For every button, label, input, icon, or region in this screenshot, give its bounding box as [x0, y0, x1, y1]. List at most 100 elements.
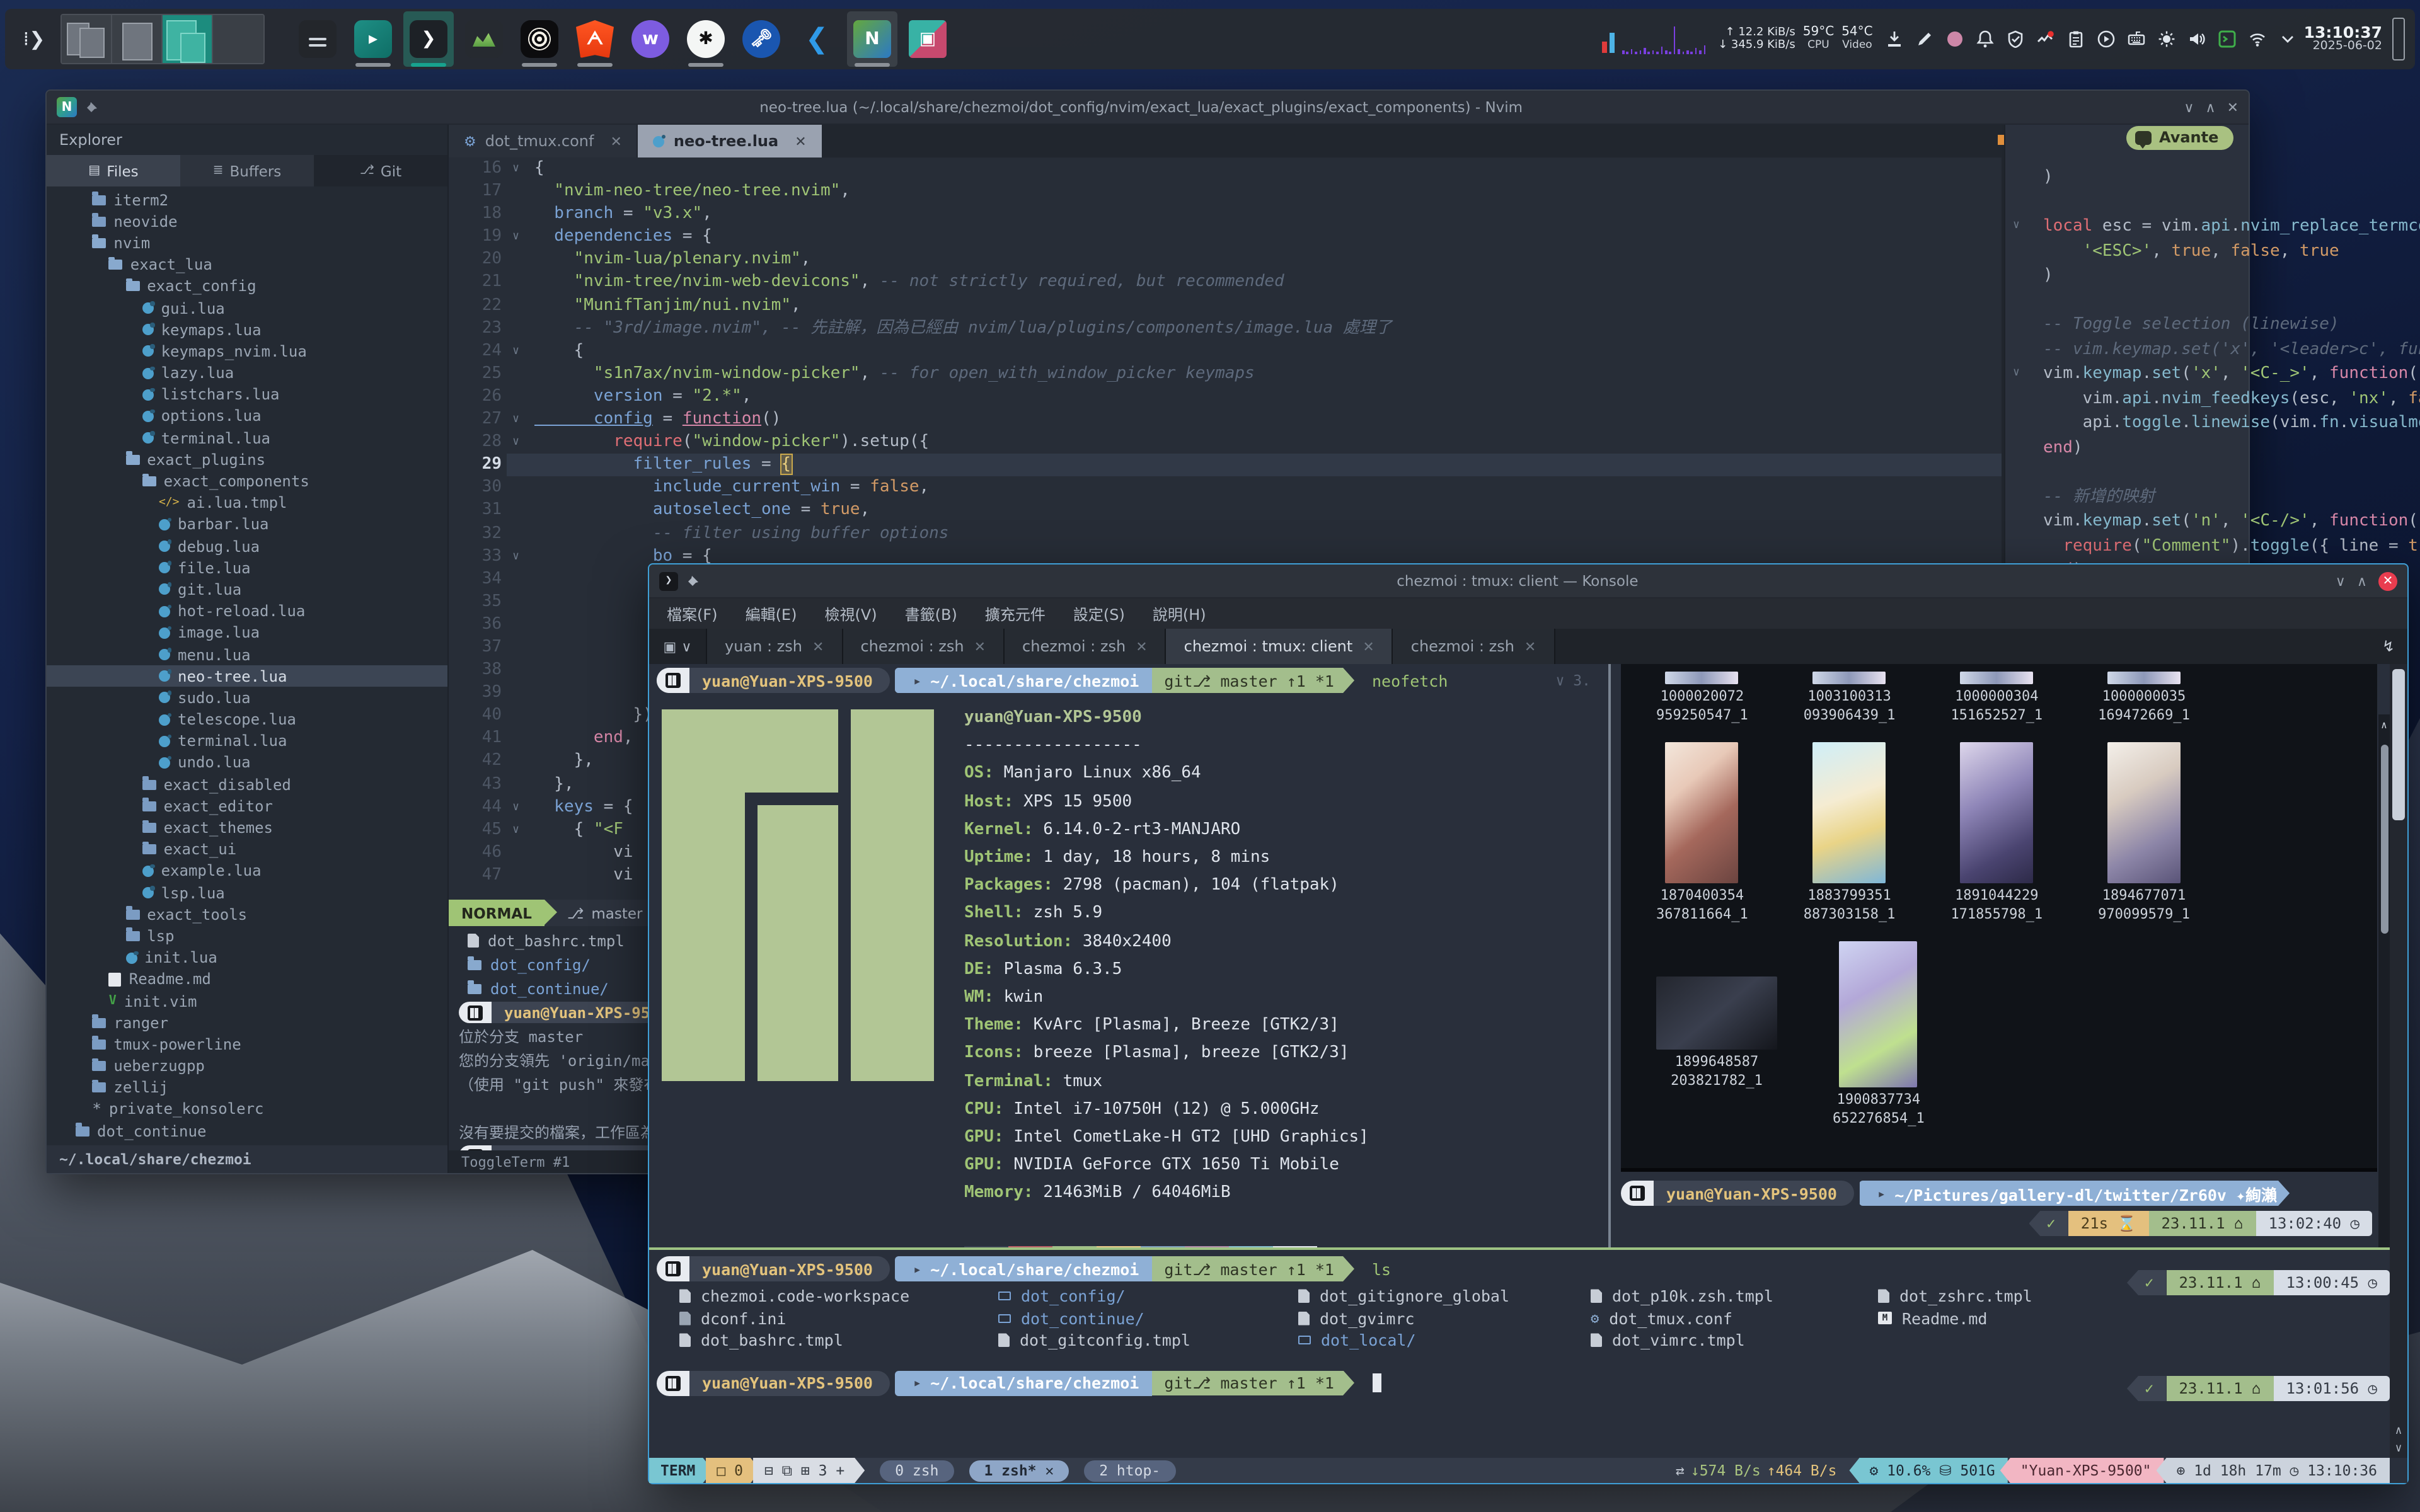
minimize-icon[interactable]: ∨ [2336, 573, 2346, 589]
tree-item-menu.lua[interactable]: menu.lua [47, 644, 447, 665]
konsole-scrollbar[interactable]: ∧ ∨ [2390, 664, 2407, 1458]
desktop-4[interactable] [213, 15, 263, 63]
close-icon[interactable]: ✕ [2378, 571, 2397, 590]
task-settings[interactable] [292, 11, 343, 67]
tree-item-exact_config[interactable]: exact_config [47, 276, 447, 297]
neotree-tab-files[interactable]: ▤Files [47, 155, 180, 186]
tree-item-listchars.lua[interactable]: listchars.lua [47, 384, 447, 405]
code-line-29[interactable]: filter_rules = { [507, 454, 2249, 476]
desktop-3-active[interactable] [163, 15, 213, 63]
tree-item-ranger[interactable]: ranger [47, 1012, 447, 1033]
konsole-tab-2[interactable]: chezmoi : zsh✕ [1005, 629, 1167, 664]
task-password-manager[interactable]: 🗝 [736, 11, 786, 67]
tree-item-git.lua[interactable]: git.lua [47, 579, 447, 600]
menu-設定(S)[interactable]: 設定(S) [1073, 603, 1125, 624]
wifi-icon[interactable] [2249, 30, 2266, 48]
tree-item-exact_plugins[interactable]: exact_plugins [47, 449, 447, 471]
konsole-titlebar[interactable]: ❯ chezmoi : tmux: client — Konsole ∨ ∧ ✕ [649, 564, 2407, 598]
tree-item-lsp[interactable]: lsp [47, 925, 447, 947]
bolt-icon[interactable]: ↯ [2370, 629, 2407, 664]
desktop-2[interactable] [112, 15, 163, 63]
security-shield-icon[interactable] [2007, 30, 2024, 48]
close-tab-icon[interactable]: ✕ [610, 133, 621, 149]
terminal-green-icon[interactable] [2218, 30, 2236, 48]
thumbnail[interactable] [1813, 742, 1886, 883]
scroll-down-icon[interactable]: ∨ [2390, 1443, 2407, 1455]
code-line-16[interactable]: { [534, 158, 2249, 180]
gallery-scrollbar[interactable]: ∧ [2378, 714, 2390, 1247]
app-launcher-icon[interactable]: ⁞❯ [15, 18, 53, 60]
maximize-icon[interactable]: ∧ [2357, 573, 2367, 589]
digital-clock[interactable]: 13:10:372025-06-02 [2304, 25, 2382, 53]
thumbnail[interactable] [1666, 742, 1739, 883]
tree-item-terminal.lua[interactable]: terminal.lua [47, 427, 447, 449]
tree-item-exact_components[interactable]: exact_components [47, 471, 447, 492]
tree-item-keymaps_nvim.lua[interactable]: keymaps_nvim.lua [47, 341, 447, 362]
task-dolphin[interactable]: ▸ [348, 11, 398, 67]
konsole-tab-3[interactable]: chezmoi : tmux: client✕ [1167, 629, 1393, 664]
pin-icon[interactable] [86, 101, 98, 113]
thumbnail[interactable] [1813, 672, 1886, 684]
tmux-pane-gallery[interactable]: 1000020072 959250547_11003100313 0939064… [1611, 664, 2390, 1247]
tree-item-barbar.lua[interactable]: barbar.lua [47, 514, 447, 536]
tree-item-neovide[interactable]: neovide [47, 210, 447, 232]
code-line-22[interactable]: "MunifTanjim/nui.nvim", [534, 294, 2249, 317]
tree-item-lsp.lua[interactable]: lsp.lua [47, 882, 447, 903]
code-line-20[interactable]: "nvim-lua/plenary.nvim", [534, 249, 2249, 272]
keyboard-icon[interactable] [2128, 30, 2145, 48]
code-line-19[interactable]: dependencies = { [534, 226, 2249, 249]
tree-item-iterm2[interactable]: iterm2 [47, 189, 447, 210]
konsole-tab-0[interactable]: yuan : zsh✕ [707, 629, 843, 664]
tree-item-zellij[interactable]: zellij [47, 1077, 447, 1098]
neotree-tab-buffers[interactable]: ≣Buffers [180, 155, 314, 186]
tree-item-options.lua[interactable]: options.lua [47, 406, 447, 427]
media-play-icon[interactable] [2097, 30, 2115, 48]
tree-item-sudo.lua[interactable]: sudo.lua [47, 687, 447, 709]
menu-檔案(F)[interactable]: 檔案(F) [667, 603, 718, 624]
buffer-tab-dot_tmux.conf[interactable]: ⚙dot_tmux.conf✕ [449, 125, 637, 158]
tree-item-tmux-powerline[interactable]: tmux-powerline [47, 1034, 447, 1055]
tree-item-private_konsolerc[interactable]: *private_konsolerc [47, 1099, 447, 1120]
tmux-window-0[interactable]: 0 zsh [880, 1460, 954, 1481]
tree-item-hot-reload.lua[interactable]: hot-reload.lua [47, 600, 447, 622]
code-line-25[interactable]: "s1n7ax/nvim-window-picker", -- for open… [534, 363, 2249, 386]
code-line-27[interactable]: config = function() [534, 408, 2249, 431]
tree-item-keymaps.lua[interactable]: keymaps.lua [47, 319, 447, 340]
tree-item-gui.lua[interactable]: gui.lua [47, 297, 447, 319]
tree-item-exact_themes[interactable]: exact_themes [47, 817, 447, 839]
close-tab-icon[interactable]: ✕ [1363, 638, 1374, 655]
close-icon[interactable]: ✕ [2227, 99, 2238, 115]
neotree-tab-git[interactable]: ⎇Git [314, 155, 447, 186]
menu-編輯(E)[interactable]: 編輯(E) [746, 603, 797, 624]
tree-item-exact_disabled[interactable]: exact_disabled [47, 774, 447, 795]
task-wire[interactable]: w [625, 11, 676, 67]
tree-item-exact_editor[interactable]: exact_editor [47, 796, 447, 817]
stylus-icon[interactable] [1916, 30, 1933, 48]
tree-item-debug.lua[interactable]: debug.lua [47, 536, 447, 557]
tree-item-example.lua[interactable]: example.lua [47, 861, 447, 882]
color-picker-icon[interactable] [1946, 30, 1964, 48]
thumbnail[interactable] [1960, 742, 2033, 883]
task-target-app[interactable] [514, 11, 565, 67]
brightness-icon[interactable] [2158, 30, 2175, 48]
minimize-icon[interactable]: ∨ [2184, 99, 2194, 115]
tree-item-dot_continue[interactable]: dot_continue [47, 1120, 447, 1142]
tmux-pane-neofetch[interactable]: yuan@Yuan-XPS-9500▸~/.local/share/chezmo… [649, 664, 1608, 1250]
tree-item-telescope.lua[interactable]: telescope.lua [47, 709, 447, 730]
code-line-26[interactable]: version = "2.*", [534, 386, 2249, 408]
thumbnail[interactable] [1666, 672, 1739, 684]
maximize-icon[interactable]: ∧ [2205, 99, 2215, 115]
tree-item-undo.lua[interactable]: undo.lua [47, 752, 447, 774]
menu-擴充元件[interactable]: 擴充元件 [985, 603, 1046, 624]
tree-item-lazy.lua[interactable]: lazy.lua [47, 362, 447, 384]
tree-item-neo-tree.lua[interactable]: neo-tree.lua [47, 665, 447, 687]
nvim-titlebar[interactable]: N neo-tree.lua (~/.local/share/chezmoi/d… [47, 91, 2249, 125]
thumbnail[interactable] [2107, 672, 2181, 684]
tree-item-nvim[interactable]: nvim [47, 232, 447, 254]
menu-檢視(V)[interactable]: 檢視(V) [824, 603, 877, 624]
close-tab-icon[interactable]: ✕ [1136, 638, 1147, 655]
code-line-30[interactable]: include_current_win = false, [534, 477, 2249, 500]
buffer-tab-neo-tree.lua[interactable]: neo-tree.lua✕ [638, 125, 822, 158]
code-line-17[interactable]: "nvim-neo-tree/neo-tree.nvim", [534, 180, 2249, 203]
thumbnail[interactable] [1840, 941, 1918, 1087]
